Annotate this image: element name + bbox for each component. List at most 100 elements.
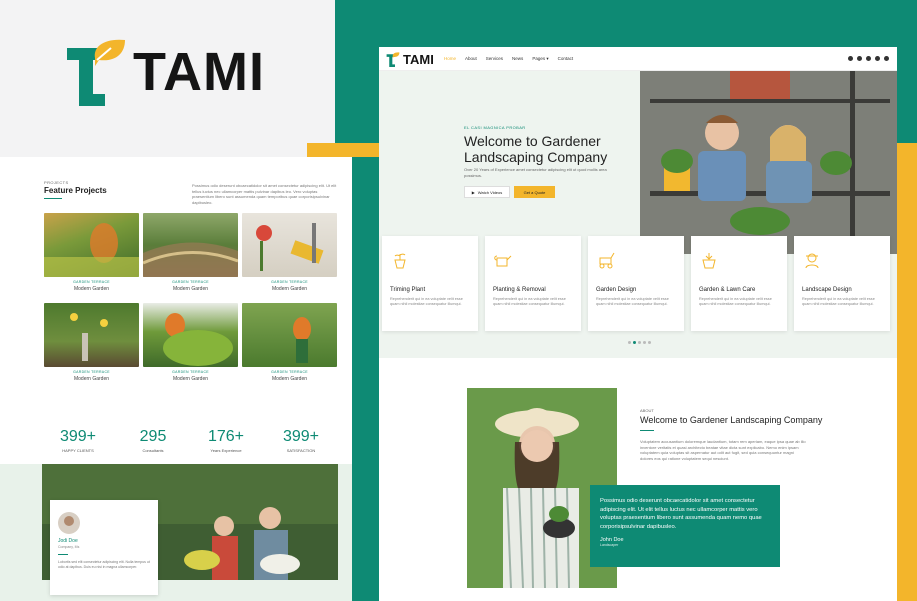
- gardener-photo: [44, 223, 139, 277]
- service-title: Garden & Lawn Care: [699, 287, 756, 293]
- stat-label: SATISFACTION: [286, 448, 316, 453]
- chevron-down-icon: ▾: [546, 56, 549, 61]
- project-image[interactable]: [44, 213, 139, 277]
- about-text: Voluptatem accusantium doloremque laudan…: [640, 439, 806, 461]
- service-card[interactable]: Triming Plant Reprehenderit qui in ea vo…: [382, 236, 478, 331]
- project-name[interactable]: Modern Garden: [242, 286, 337, 292]
- service-text: Reprehenderit qui in ea voluptate velit …: [802, 297, 875, 306]
- flowerbed-photo: [70, 313, 108, 361]
- project-tag: GARDEN TERRACE: [271, 370, 308, 374]
- testimonial-text: Lobortis sed elit consectetur adipiscing…: [58, 560, 150, 569]
- instagram-icon[interactable]: [875, 56, 880, 61]
- about-quote: Possimus odio deserunt obcaecatidolor si…: [600, 498, 762, 530]
- gardener-photo: [293, 317, 311, 363]
- nav-about[interactable]: About: [465, 56, 477, 62]
- project-image[interactable]: [242, 303, 337, 367]
- service-card[interactable]: Planting & Removal Reprehenderit qui in …: [485, 236, 581, 331]
- stat-counter: 399+ HAPPY CLIENTS: [48, 428, 108, 453]
- stat-value: 295: [139, 428, 167, 445]
- stat-label: Consultants: [142, 448, 164, 453]
- project-name[interactable]: Modern Garden: [44, 376, 139, 382]
- project-name[interactable]: Modern Garden: [242, 376, 337, 382]
- brand-mark-icon: [386, 52, 400, 67]
- nav-wordmark: TAMI: [403, 52, 434, 67]
- watch-video-button[interactable]: ▶ Watch Videos: [464, 186, 510, 198]
- project-name[interactable]: Modern Garden: [143, 376, 238, 382]
- project-caption: GARDEN TERRACE Modern Garden: [143, 370, 238, 382]
- carousel-dot-active[interactable]: [633, 341, 636, 344]
- testimonial-name: Jodi Doe: [58, 538, 78, 544]
- nav-pages-label: Pages: [532, 56, 546, 61]
- project-tag: GARDEN TERRACE: [172, 280, 209, 284]
- youtube-icon[interactable]: [866, 56, 871, 61]
- carousel-dot[interactable]: [638, 341, 641, 344]
- about-eyebrow: ABOUT: [640, 408, 654, 413]
- project-name[interactable]: Modern Garden: [44, 286, 139, 292]
- testimonial-card: Jodi Doe Company, Ms Lobortis sed elit c…: [50, 500, 158, 595]
- project-caption: GARDEN TERRACE Modern Garden: [242, 370, 337, 382]
- about-title: Welcome to Gardener Landscaping Company: [640, 415, 823, 425]
- stat-value: 399+: [282, 428, 320, 445]
- stat-counter: 176+ Years Experience: [196, 428, 256, 453]
- lawn-mower-icon: [599, 252, 615, 269]
- hero-title: Welcome to Gardener Landscaping Company: [464, 133, 608, 165]
- project-name[interactable]: Modern Garden: [143, 286, 238, 292]
- nav-services[interactable]: Services: [486, 56, 503, 62]
- project-tag: GARDEN TERRACE: [271, 280, 308, 284]
- service-text: Reprehenderit qui in ea voluptate velit …: [699, 297, 772, 306]
- brand-wordmark: TAMI: [133, 42, 265, 102]
- brand-mark-icon: [67, 39, 125, 106]
- get-quote-label: Get a Quote: [523, 189, 546, 195]
- terrace-photo: [142, 242, 239, 277]
- project-image[interactable]: [143, 303, 238, 367]
- stat-label: Years Experience: [210, 448, 242, 453]
- service-text: Reprehenderit qui in ea voluptate velit …: [493, 297, 566, 306]
- carousel-dot[interactable]: [648, 341, 651, 344]
- project-tag: GARDEN TERRACE: [172, 370, 209, 374]
- service-title: Garden Design: [596, 287, 637, 293]
- social-links: [848, 56, 889, 61]
- testimonial-divider: [58, 554, 68, 555]
- project-caption: GARDEN TERRACE Modern Garden: [242, 280, 337, 292]
- projects-underline: [44, 198, 62, 199]
- projects-title: Feature Projects: [44, 186, 107, 195]
- service-title: Landscape Design: [802, 287, 852, 293]
- tools-photo: [256, 223, 324, 271]
- twitter-icon[interactable]: [857, 56, 862, 61]
- service-text: Reprehenderit qui in ea voluptate velit …: [390, 297, 463, 306]
- showcase-canvas: TAMI PROJECTS Feature Projects Possimus …: [0, 0, 917, 601]
- stat-counter: 295 Consultants: [123, 428, 183, 453]
- nav-news[interactable]: News: [512, 56, 523, 62]
- quote-role: Landscaper: [600, 543, 619, 547]
- nav-logo[interactable]: TAMI: [386, 52, 434, 67]
- nav-contact[interactable]: Contact: [558, 56, 574, 62]
- hero-subtitle: Over 20 Years of Experience amet consect…: [464, 167, 607, 178]
- carousel-dots: [628, 341, 651, 344]
- carousel-dot[interactable]: [643, 341, 646, 344]
- facebook-icon[interactable]: [848, 56, 853, 61]
- project-image[interactable]: [44, 303, 139, 367]
- nav-home[interactable]: Home: [444, 56, 456, 62]
- get-quote-button[interactable]: Get a Quote: [514, 186, 555, 198]
- project-image[interactable]: [242, 213, 337, 277]
- search-icon[interactable]: [884, 56, 889, 61]
- carousel-dot[interactable]: [628, 341, 631, 344]
- plant-pot-icon: [702, 253, 716, 269]
- service-card[interactable]: Garden & Lawn Care Reprehenderit qui in …: [691, 236, 787, 331]
- service-card[interactable]: Landscape Design Reprehenderit qui in ea…: [794, 236, 890, 331]
- stat-value: 176+: [207, 428, 245, 445]
- stat-counter: 399+ SATISFACTION: [271, 428, 331, 453]
- stat-label: HAPPY CLIENTS: [62, 448, 94, 453]
- gardener-icon: [805, 253, 819, 269]
- service-title: Triming Plant: [390, 287, 426, 293]
- nav-menu: Home About Services News Pages ▾ Contact: [444, 56, 573, 62]
- projects-eyebrow: PROJECTS: [44, 180, 69, 185]
- nav-pages[interactable]: Pages ▾: [532, 56, 548, 62]
- project-caption: GARDEN TERRACE Modern Garden: [143, 280, 238, 292]
- service-card[interactable]: Garden Design Reprehenderit qui in ea vo…: [588, 236, 684, 331]
- project-image[interactable]: [142, 213, 239, 277]
- avatar: [58, 512, 80, 534]
- testimonial-role: Company, Ms: [58, 545, 80, 549]
- project-caption: GARDEN TERRACE Modern Garden: [44, 280, 139, 292]
- project-tag: GARDEN TERRACE: [73, 370, 110, 374]
